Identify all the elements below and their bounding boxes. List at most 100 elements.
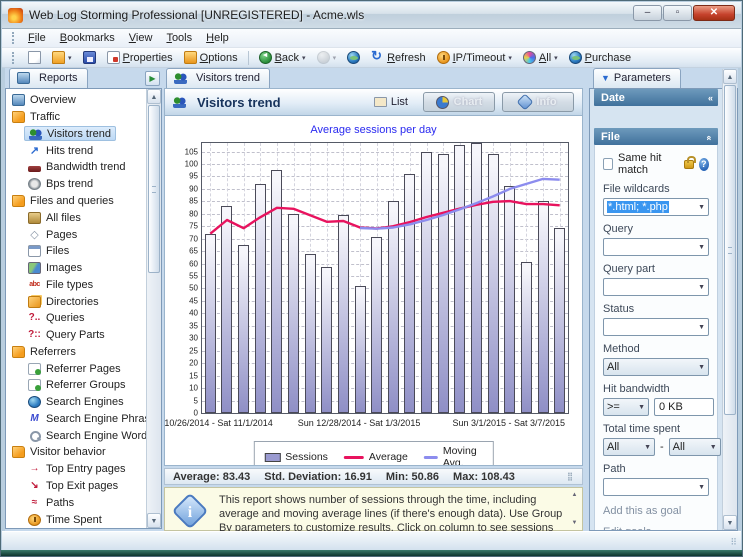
tree-item-files-and-queries[interactable]: Files and queries bbox=[8, 193, 145, 210]
info-scroll-down-icon[interactable]: ▼ bbox=[572, 520, 578, 526]
time-spent-from-combobox[interactable]: All ▼ bbox=[603, 438, 655, 456]
scroll-down-icon[interactable]: ▼ bbox=[723, 515, 737, 530]
add-goal-link[interactable]: Add this as goal bbox=[603, 505, 709, 517]
tree-item-query-parts[interactable]: ?::Query Parts bbox=[8, 327, 145, 344]
chevron-down-icon[interactable]: « bbox=[708, 93, 711, 103]
dropdown-caret-icon[interactable]: ▼ bbox=[710, 444, 717, 451]
info-scroll-up-icon[interactable]: ▲ bbox=[572, 492, 578, 498]
tree-item-referrer-groups[interactable]: Referrer Groups bbox=[8, 377, 145, 394]
purchase-button[interactable]: Purchase bbox=[565, 50, 635, 65]
menu-view[interactable]: View bbox=[122, 30, 160, 46]
open-dropdown-caret[interactable]: ▾ bbox=[68, 54, 72, 62]
panel-expand-button[interactable]: ▶ bbox=[145, 71, 160, 86]
tree-item-directories[interactable]: Directories bbox=[8, 293, 145, 310]
maximize-button[interactable]: ▫ bbox=[663, 5, 692, 21]
all-dropdown-caret[interactable]: ▾ bbox=[554, 54, 558, 62]
tree-item-search-engine-phrases[interactable]: MSearch Engine Phrases bbox=[8, 411, 145, 428]
scroll-up-icon[interactable]: ▲ bbox=[147, 89, 161, 104]
hit-bandwidth-input[interactable] bbox=[654, 398, 714, 416]
close-button[interactable]: ✕ bbox=[693, 5, 735, 21]
hit-bandwidth-operator-combobox[interactable]: >= ▼ bbox=[603, 398, 649, 416]
tree-item-all-files[interactable]: All files bbox=[8, 209, 145, 226]
dropdown-caret-icon[interactable]: ▼ bbox=[698, 284, 705, 291]
parameters-scrollbar[interactable]: ▲ ▼ bbox=[722, 69, 737, 530]
open-button[interactable]: ▾ bbox=[48, 50, 76, 65]
dropdown-caret-icon[interactable]: ▼ bbox=[698, 364, 705, 371]
tree-item-overview[interactable]: Overview bbox=[8, 92, 145, 109]
options-button[interactable]: Options bbox=[180, 50, 242, 65]
new-button[interactable] bbox=[24, 50, 45, 65]
tree-item-top-exit-pages[interactable]: ↘Top Exit pages bbox=[8, 478, 145, 495]
stats-splitter-grip[interactable]: ⣿ bbox=[567, 472, 574, 481]
status-combobox[interactable]: ▼ bbox=[603, 318, 709, 336]
tree-item-time-spent[interactable]: Time Spent bbox=[8, 511, 145, 528]
menu-bookmarks[interactable]: Bookmarks bbox=[53, 30, 122, 46]
tree-item-paths[interactable]: ≈Paths bbox=[8, 494, 145, 511]
forward-button[interactable]: ▾ bbox=[313, 50, 341, 65]
path-combobox[interactable]: ▼ bbox=[603, 478, 709, 496]
time-spent-to-combobox[interactable]: All ▼ bbox=[669, 438, 721, 456]
chart-view-button[interactable]: Chart bbox=[423, 92, 495, 112]
query-combobox[interactable]: ▼ bbox=[603, 238, 709, 256]
back-button[interactable]: Back▾ bbox=[255, 50, 310, 65]
forward-dropdown-caret[interactable]: ▾ bbox=[333, 54, 337, 62]
options-icon bbox=[184, 51, 197, 64]
tab-parameters[interactable]: ▼ Parameters bbox=[593, 68, 681, 88]
chevron-up-icon[interactable]: « bbox=[704, 135, 714, 138]
lock-icon[interactable] bbox=[684, 160, 693, 169]
info-scrollbar[interactable]: ▲▼ bbox=[569, 492, 580, 526]
all-button[interactable]: All▾ bbox=[519, 50, 562, 65]
menu-file[interactable]: File bbox=[21, 30, 53, 46]
dropdown-caret-icon[interactable]: ▼ bbox=[698, 244, 705, 251]
properties-button[interactable]: Properties bbox=[103, 50, 177, 65]
same-hit-match-checkbox[interactable] bbox=[603, 158, 613, 170]
help-icon[interactable]: ? bbox=[699, 158, 709, 171]
tree-item-visitor-behavior[interactable]: Visitor behavior bbox=[8, 444, 145, 461]
dropdown-caret-icon[interactable]: ▼ bbox=[638, 404, 645, 411]
minimize-button[interactable]: – bbox=[633, 5, 662, 21]
tree-item-file-types[interactable]: abcFile types bbox=[8, 276, 145, 293]
date-section-header[interactable]: Date « bbox=[594, 89, 718, 106]
dropdown-caret-icon[interactable]: ▼ bbox=[698, 324, 705, 331]
tree-item-traffic[interactable]: Traffic bbox=[8, 109, 145, 126]
ip-timeout-dropdown-caret[interactable]: ▾ bbox=[508, 54, 512, 62]
tree-scroll-thumb[interactable] bbox=[148, 105, 160, 273]
file-section-header[interactable]: File « bbox=[594, 128, 718, 145]
tree-item-visitors-trend[interactable]: Visitors trend bbox=[8, 126, 145, 143]
query-part-combobox[interactable]: ▼ bbox=[603, 278, 709, 296]
save-button[interactable] bbox=[79, 50, 100, 65]
dropdown-caret-icon[interactable]: ▼ bbox=[698, 204, 705, 211]
tree-item-files[interactable]: Files bbox=[8, 243, 145, 260]
tab-visitors-trend[interactable]: Visitors trend bbox=[166, 68, 270, 88]
tree-item-pages[interactable]: ◇Pages bbox=[8, 226, 145, 243]
tree-item-top-entry-pages[interactable]: →Top Entry pages bbox=[8, 461, 145, 478]
tree-scrollbar[interactable]: ▲ ▼ bbox=[146, 89, 161, 528]
file-wildcards-combobox[interactable]: *.html; *.php ▼ bbox=[603, 198, 709, 216]
ip-timeout-button[interactable]: IP/Timeout▾ bbox=[433, 50, 516, 65]
tree-item-referrer-pages[interactable]: Referrer Pages bbox=[8, 360, 145, 377]
scroll-up-icon[interactable]: ▲ bbox=[723, 69, 737, 84]
back-dropdown-caret[interactable]: ▾ bbox=[302, 54, 306, 62]
tree-item-search-engines[interactable]: Search Engines bbox=[8, 394, 145, 411]
params-scroll-thumb[interactable] bbox=[724, 85, 736, 415]
tab-reports[interactable]: Reports bbox=[9, 68, 88, 88]
menu-tools[interactable]: Tools bbox=[159, 30, 199, 46]
chart-legend: SessionsAverageMoving Avg. bbox=[253, 441, 493, 466]
tree-item-queries[interactable]: ?..Queries bbox=[8, 310, 145, 327]
method-combobox[interactable]: All ▼ bbox=[603, 358, 709, 376]
tree-item-bps-trend[interactable]: Bps trend bbox=[8, 176, 145, 193]
scroll-down-icon[interactable]: ▼ bbox=[147, 513, 161, 528]
dropdown-caret-icon[interactable]: ▼ bbox=[698, 484, 705, 491]
list-view-button[interactable]: List bbox=[366, 94, 416, 110]
tree-item-hits-trend[interactable]: ↗Hits trend bbox=[8, 142, 145, 159]
tree-item-referrers[interactable]: Referrers bbox=[8, 343, 145, 360]
refresh-button[interactable]: Refresh bbox=[367, 50, 430, 65]
resize-grip[interactable]: ⠿ bbox=[730, 537, 738, 548]
dropdown-caret-icon[interactable]: ▼ bbox=[644, 444, 651, 451]
info-view-button[interactable]: Info bbox=[502, 92, 574, 112]
tree-item-images[interactable]: Images bbox=[8, 260, 145, 277]
home-button[interactable] bbox=[343, 50, 364, 65]
menu-help[interactable]: Help bbox=[199, 30, 236, 46]
tree-item-bandwidth-trend[interactable]: Bandwidth trend bbox=[8, 159, 145, 176]
tree-item-search-engine-words[interactable]: Search Engine Words bbox=[8, 427, 145, 444]
